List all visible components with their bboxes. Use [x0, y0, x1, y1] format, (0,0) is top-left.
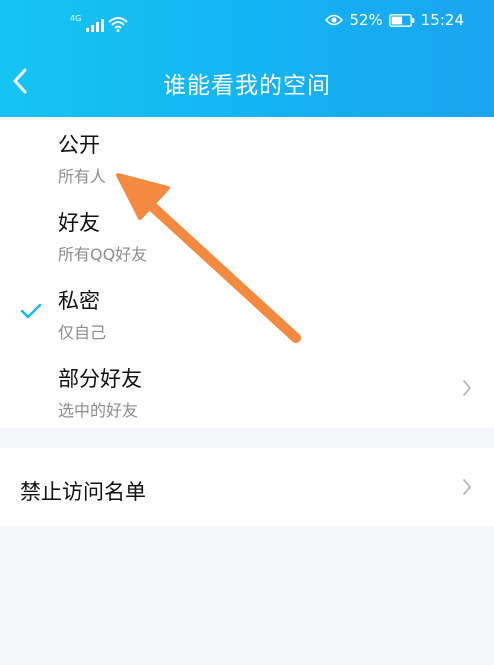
header: 4G 52% 15:24 谁能看我的空间 [0, 0, 494, 117]
option-title: 公开 [58, 133, 100, 157]
option-some-friends[interactable]: 部分好友 选中的好友 [0, 351, 494, 429]
status-left: 4G [70, 12, 128, 32]
title-bar: 谁能看我的空间 [0, 50, 494, 110]
network-type: 4G [70, 14, 82, 23]
battery-icon [388, 13, 415, 27]
option-title: 部分好友 [58, 367, 142, 391]
blacklist-label: 禁止访问名单 [20, 480, 146, 504]
option-private[interactable]: 私密 仅自己 [0, 273, 494, 351]
status-bar: 4G 52% 15:24 [0, 0, 494, 44]
option-subtitle: 所有QQ好友 [58, 245, 148, 264]
wifi-icon [108, 17, 128, 32]
clock: 15:24 [420, 11, 464, 29]
page-title: 谁能看我的空间 [163, 73, 331, 99]
option-subtitle: 所有人 [58, 167, 107, 186]
eye-icon [325, 14, 344, 26]
option-public[interactable]: 公开 所有人 [0, 117, 494, 195]
status-right: 52% 15:24 [325, 11, 464, 29]
blacklist-row[interactable]: 禁止访问名单 [0, 448, 494, 526]
signal-icon [86, 18, 104, 32]
visibility-options-list: 公开 所有人 好友 所有QQ好友 私密 仅自己 部分好友 选中的好友 [0, 117, 494, 428]
option-title: 私密 [58, 289, 100, 313]
option-subtitle: 选中的好友 [58, 401, 139, 420]
option-subtitle: 仅自己 [58, 323, 107, 342]
battery-percent: 52% [349, 11, 383, 29]
chevron-right-icon [463, 479, 471, 495]
option-title: 好友 [58, 211, 100, 235]
option-friends[interactable]: 好友 所有QQ好友 [0, 195, 494, 273]
chevron-right-icon [463, 380, 471, 396]
check-icon [20, 303, 42, 319]
